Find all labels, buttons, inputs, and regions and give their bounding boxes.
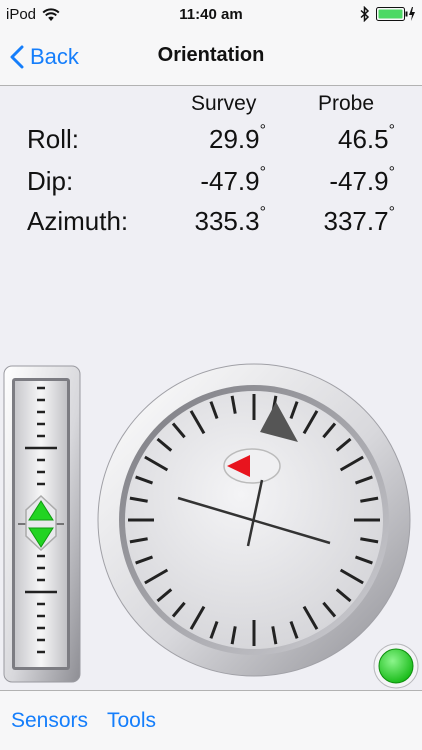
- battery-icon: [376, 7, 415, 21]
- azimuth-survey-value: 335.3°: [194, 204, 266, 236]
- page-title: Orientation: [157, 44, 265, 66]
- orientation-readings: Survey Probe Roll: 29.9° 46.5° Dip: -47.…: [0, 86, 422, 246]
- status-light: [373, 643, 419, 689]
- row-label-roll: Roll:: [27, 124, 80, 154]
- column-header-probe: Probe: [318, 92, 375, 115]
- gauge-area: [3, 363, 419, 689]
- bottom-toolbar: Sensors Tools: [0, 690, 422, 750]
- row-label-azimuth: Azimuth:: [27, 206, 129, 236]
- row-label-dip: Dip:: [27, 166, 74, 196]
- roll-dial-gauge: [97, 363, 411, 677]
- roll-survey-value: 29.9°: [208, 122, 266, 154]
- roll-probe-value: 46.5°: [337, 122, 395, 154]
- sensors-button[interactable]: Sensors: [11, 709, 88, 733]
- navigation-bar: Back Orientation: [0, 30, 422, 86]
- status-time: 11:40 am: [179, 6, 243, 23]
- azimuth-probe-value: 337.7°: [323, 204, 395, 236]
- bluetooth-icon: [360, 6, 370, 22]
- status-bar: iPod 11:40 am: [0, 0, 422, 30]
- column-header-survey: Survey: [191, 92, 257, 115]
- status-right: [360, 6, 416, 22]
- inclinometer-gauge: [3, 365, 81, 683]
- dip-probe-value: -47.9°: [329, 164, 395, 196]
- dip-survey-value: -47.9°: [200, 164, 266, 196]
- tools-button[interactable]: Tools: [107, 709, 156, 733]
